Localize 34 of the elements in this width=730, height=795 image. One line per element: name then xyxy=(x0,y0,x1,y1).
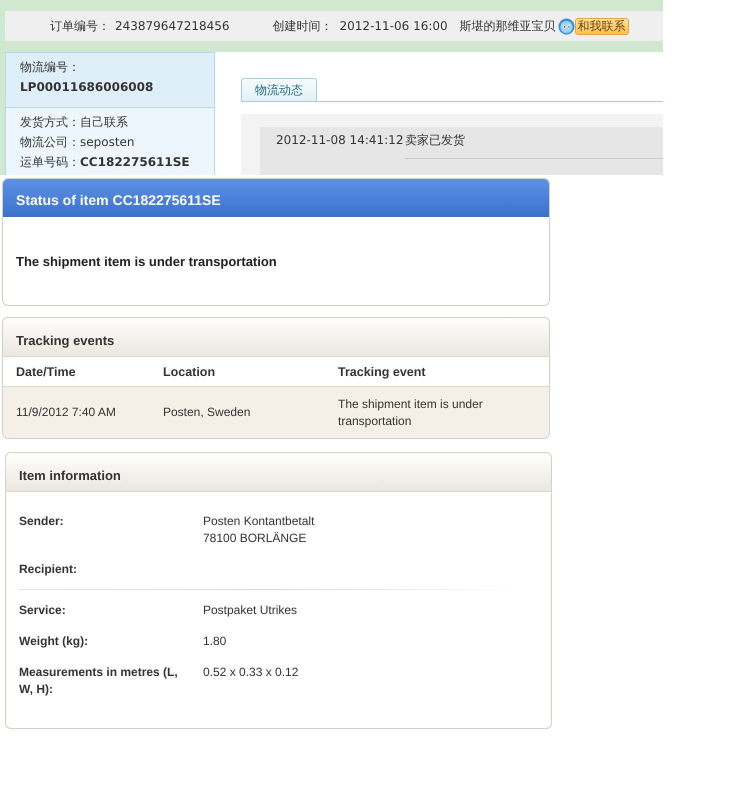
contact-button[interactable]: 和我联系 xyxy=(574,18,629,34)
created-time-label: 创建时间： xyxy=(272,18,333,34)
logistics-number: LP00011686006008 xyxy=(20,79,154,96)
order-number: 243879647218456 xyxy=(115,19,230,33)
field-label: 物流公司： xyxy=(20,134,80,151)
card-title: Item information xyxy=(19,468,121,482)
info-value: Postpaket Utrikes xyxy=(203,602,298,619)
table-cell: 11/9/2012 7:40 AM xyxy=(16,404,116,421)
field-value: 自己联系 xyxy=(80,114,128,131)
field-value: seposten xyxy=(80,134,135,151)
info-label: Sender: xyxy=(19,513,65,530)
tab[interactable]: 物流动态 xyxy=(241,78,317,101)
created-time: 2012-11-06 16:00 xyxy=(340,19,448,33)
order-number-label: 订单编号： xyxy=(50,18,110,34)
info-value: 1.80 xyxy=(203,633,228,650)
event-text: 卖家已发货 xyxy=(405,133,663,159)
status-message: The shipment item is under transportation xyxy=(16,254,277,268)
seller-name: 斯堪的那维亚宝贝 xyxy=(460,18,556,34)
table-cell-text: The shipment item is under transportation xyxy=(338,396,484,430)
card-title: Tracking events xyxy=(16,332,114,348)
info-value: 0.52 x 0.33 x 0.12 xyxy=(203,664,300,681)
table-cell: Posten, Sweden xyxy=(163,404,250,421)
field-value: CC182275611SE xyxy=(80,154,190,171)
event-time: 2012-11-08 14:41:12 xyxy=(276,133,404,149)
smiley-icon[interactable] xyxy=(558,18,575,34)
card-title: Status of item CC182275611SE xyxy=(16,192,221,208)
info-label: Service: xyxy=(19,602,67,619)
info-label: Weight (kg): xyxy=(19,633,90,650)
info-label: Measurements in metres (L, W, H): xyxy=(19,664,179,698)
field-label: 物流编号： xyxy=(20,59,81,76)
field-label: 发货方式： xyxy=(20,114,80,131)
field-label: 运单号码： xyxy=(20,154,80,171)
info-label: Recipient: xyxy=(19,561,78,578)
info-value: Posten Kontantbetalt 78100 BORLÄNGE xyxy=(203,513,316,547)
